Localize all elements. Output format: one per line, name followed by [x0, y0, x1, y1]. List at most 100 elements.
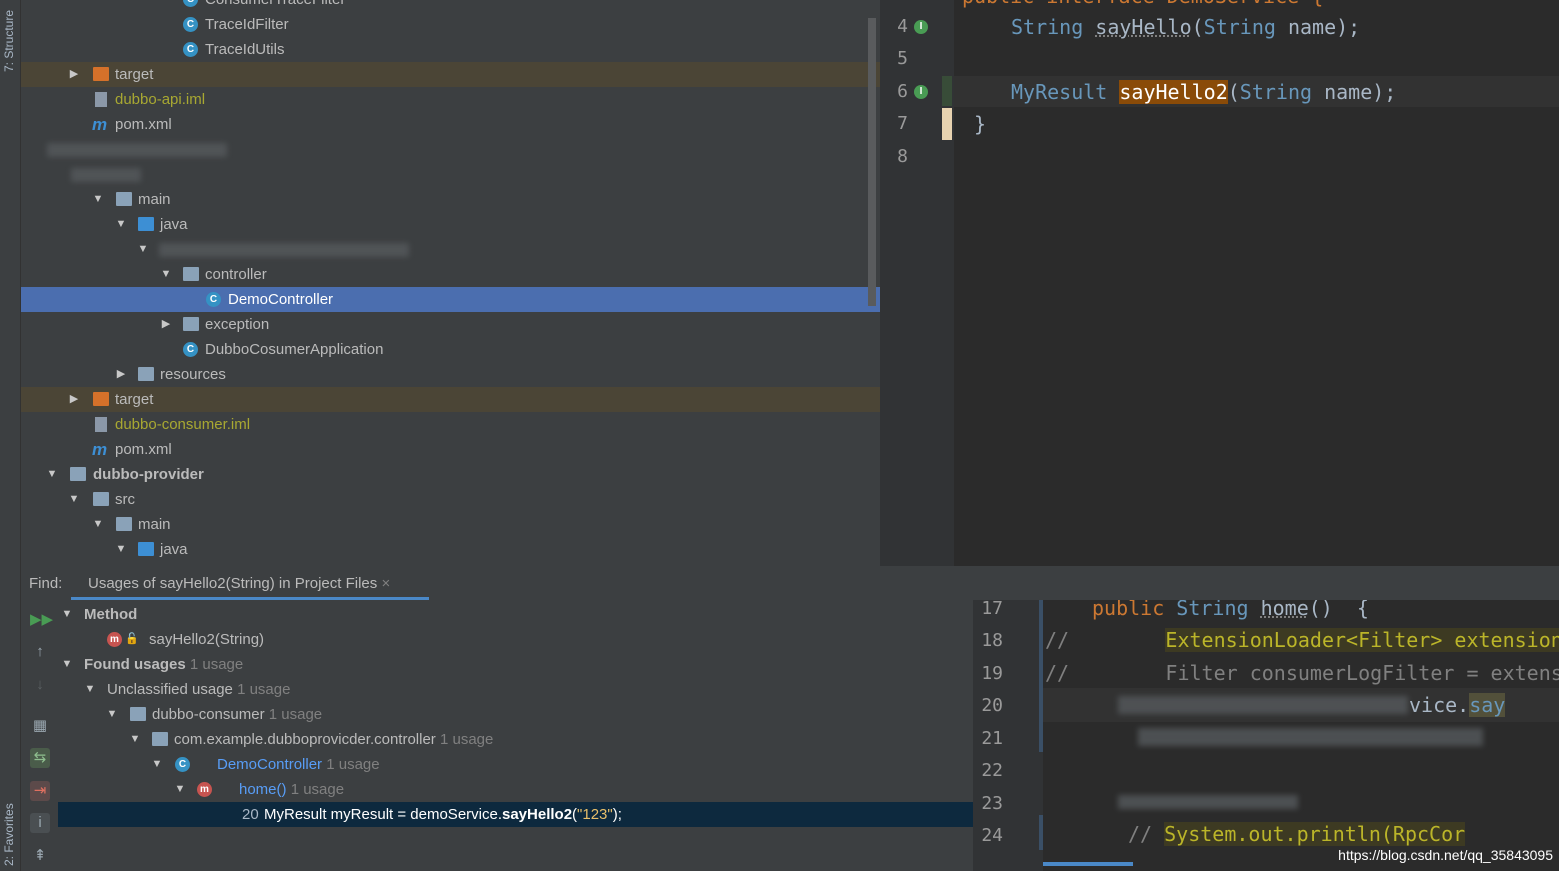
result-node[interactable]: ▼ C DemoController 1 usage: [58, 752, 973, 777]
redacted-text: [1138, 728, 1483, 746]
tree-row[interactable]: m pom.xml: [21, 437, 880, 462]
preview-gutter: 17 18 19 20 21 22 23 24: [973, 598, 1043, 871]
write-access-icon[interactable]: ⇥: [30, 781, 50, 801]
expand-arrow-icon[interactable]: ▼: [114, 212, 128, 237]
expand-arrow-icon[interactable]: ▼: [173, 777, 187, 802]
result-label: sayHello2(String): [149, 631, 265, 648]
collapse-all-icon[interactable]: ⇞: [30, 846, 50, 866]
tree-row[interactable]: ▼ main: [21, 512, 880, 537]
code-editor[interactable]: public interface DemoService { String sa…: [954, 0, 1559, 566]
result-node[interactable]: ▼ dubbo-consumer 1 usage: [58, 702, 973, 727]
find-tab[interactable]: Usages of sayHello2(String) in Project F…: [88, 575, 390, 592]
tree-row-redacted[interactable]: ▼: [21, 237, 880, 262]
code-token: name);: [1312, 80, 1397, 104]
tree-row[interactable]: dubbo-consumer.iml: [21, 412, 880, 437]
module-folder-icon: [70, 467, 86, 481]
usage-count: 1 usage: [439, 731, 494, 748]
favorites-tool-tab[interactable]: 2: Favorites: [2, 803, 16, 866]
expand-arrow-icon[interactable]: ▼: [128, 727, 142, 752]
previous-occurrence-icon[interactable]: ↑: [30, 642, 50, 662]
tree-row[interactable]: m pom.xml: [21, 112, 880, 137]
tree-row[interactable]: C DubboCosumerApplication: [21, 337, 880, 362]
close-icon[interactable]: ×: [381, 575, 390, 592]
expand-arrow-icon[interactable]: ▼: [159, 262, 173, 287]
result-node[interactable]: ▼ Method: [58, 602, 973, 627]
tree-row-redacted[interactable]: [21, 137, 880, 162]
line-number: 17: [981, 598, 1003, 619]
tree-row-label: controller: [205, 266, 267, 283]
tree-row[interactable]: ▼ main: [21, 187, 880, 212]
expand-arrow-icon[interactable]: ▼: [105, 702, 119, 727]
tree-row-label: dubbo-consumer.iml: [115, 416, 251, 433]
implemented-icon[interactable]: I: [914, 20, 928, 34]
expand-arrow-icon[interactable]: ▼: [114, 537, 128, 562]
editor-gutter: 4 I 5 6 I 7 8: [880, 0, 954, 566]
code-token: public: [1092, 600, 1165, 620]
result-node[interactable]: ▼ m home() 1 usage: [58, 777, 973, 802]
tree-row-label: java: [160, 216, 188, 233]
tree-row-label: target: [115, 391, 154, 408]
expand-arrow-icon[interactable]: ▶: [159, 312, 173, 337]
tree-row[interactable]: ▼ java: [21, 537, 880, 562]
result-label: Found usages 1 usage: [84, 652, 243, 677]
tree-row[interactable]: ▶ resources: [21, 362, 880, 387]
redacted-text: [1118, 696, 1408, 714]
tree-row-redacted[interactable]: [21, 162, 880, 187]
spring-app-icon: C: [183, 342, 198, 357]
tree-row[interactable]: ▶ exception: [21, 312, 880, 337]
result-node[interactable]: ▼ Unclassified usage 1 usage: [58, 677, 973, 702]
maven-icon: m: [92, 440, 108, 459]
tree-row[interactable]: ▼ dubbo-provider: [21, 462, 880, 487]
tree-row[interactable]: C TraceIdFilter: [21, 12, 880, 37]
expand-arrow-icon[interactable]: ▼: [136, 237, 150, 262]
expand-arrow-icon[interactable]: ▶: [67, 387, 81, 412]
tree-row[interactable]: ▼ controller: [21, 262, 880, 287]
usage-row-selected[interactable]: 20 MyResult myResult = demoService.sayHe…: [58, 802, 973, 827]
expand-arrow-icon[interactable]: ▼: [67, 487, 81, 512]
usage-count: 1 usage: [189, 656, 244, 673]
tree-row[interactable]: C TraceIdUtils: [21, 37, 880, 62]
folder-icon: [93, 67, 109, 81]
result-node[interactable]: ▼ com.example.dubboprovicder.controller …: [58, 727, 973, 752]
line-number: 20: [981, 695, 1003, 716]
line-number: 22: [981, 760, 1003, 781]
project-tree: C ConsumerTraceFilter C TraceIdFilter C …: [21, 0, 880, 566]
package-icon: [152, 732, 168, 746]
structure-tool-tab[interactable]: 7: Structure: [2, 10, 16, 72]
next-occurrence-icon[interactable]: ↓: [30, 675, 50, 695]
tree-row[interactable]: dubbo-api.iml: [21, 87, 880, 112]
line-number: 6: [897, 81, 908, 102]
tree-row[interactable]: ▼ java: [21, 212, 880, 237]
tree-row[interactable]: C ConsumerTraceFilter: [21, 0, 880, 12]
group-by-icon[interactable]: ▦: [30, 716, 50, 736]
tree-scrollbar[interactable]: [868, 18, 876, 306]
line-number: 21: [981, 728, 1003, 749]
expand-arrow-icon[interactable]: ▼: [60, 652, 74, 677]
redacted-text: [71, 168, 141, 182]
line-number: 24: [981, 825, 1003, 846]
expand-arrow-icon[interactable]: ▶: [67, 62, 81, 87]
tree-row-selected[interactable]: C DemoController: [21, 287, 880, 312]
rerun-icon[interactable]: ▶▶: [30, 610, 53, 630]
info-icon[interactable]: i: [30, 813, 50, 833]
read-access-icon[interactable]: ⇆: [30, 748, 50, 768]
tree-row[interactable]: ▶ target: [21, 62, 880, 87]
usage-code-text: );: [612, 806, 622, 823]
result-node[interactable]: ▼ Found usages 1 usage: [58, 652, 973, 677]
implemented-icon[interactable]: I: [914, 85, 928, 99]
horizontal-scrollbar[interactable]: [1043, 862, 1133, 866]
tree-row[interactable]: ▶ target: [21, 387, 880, 412]
code-token: String: [1011, 15, 1084, 39]
result-node[interactable]: m 🔓 sayHello2(String): [58, 627, 973, 652]
usage-preview-editor[interactable]: public String home() { // ExtensionLoade…: [1043, 600, 1559, 871]
expand-arrow-icon[interactable]: ▼: [45, 462, 59, 487]
expand-arrow-icon[interactable]: ▼: [91, 187, 105, 212]
tree-row[interactable]: ▼ src: [21, 487, 880, 512]
change-marker: [942, 76, 952, 106]
tree-row-label: pom.xml: [115, 441, 172, 458]
expand-arrow-icon[interactable]: ▶: [114, 362, 128, 387]
expand-arrow-icon[interactable]: ▼: [91, 512, 105, 537]
expand-arrow-icon[interactable]: ▼: [60, 602, 74, 627]
expand-arrow-icon[interactable]: ▼: [150, 752, 164, 777]
expand-arrow-icon[interactable]: ▼: [83, 677, 97, 702]
